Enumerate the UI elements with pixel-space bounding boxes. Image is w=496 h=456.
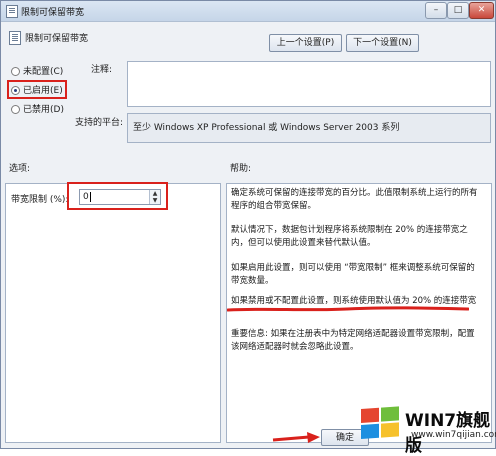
- red-underline-annotation: [227, 306, 469, 312]
- help-paragraph-3: 如果启用此设置，则可以使用 “带宽限制” 框来调整系统可保留的带宽数量。: [231, 263, 475, 286]
- options-section-label: 选项:: [9, 164, 31, 174]
- radio-label: 未配置(C): [23, 67, 64, 77]
- comment-label: 注释:: [91, 65, 113, 75]
- radio-label: 已禁用(D): [23, 105, 64, 115]
- policy-document-icon: [6, 5, 18, 18]
- help-paragraph-1: 确定系统可保留的连接带宽的百分比。此值限制系统上运行的所有程序的组合带宽保留。: [231, 188, 478, 211]
- help-paragraph-2: 默认情况下，数据包计划程序将系统限制在 20% 的连接带宽之内，但可以使用此设置…: [231, 225, 468, 248]
- close-button[interactable]: ✕: [469, 2, 494, 19]
- maximize-button[interactable]: □: [447, 2, 469, 19]
- previous-setting-button[interactable]: 上一个设置(P): [269, 34, 342, 52]
- help-paragraph-5: 重要信息: 如果在注册表中为特定网络适配器设置带宽限制，配置该网络适配器时就会忽…: [231, 329, 475, 352]
- policy-dialog: 限制可保留带宽 – □ ✕ 限制可保留带宽 上一个设置(P) 下一个设置(N) …: [0, 0, 496, 456]
- policy-name: 限制可保留带宽: [25, 34, 89, 44]
- help-section-label: 帮助:: [230, 164, 252, 174]
- watermark-url: www.win7qijian.com: [411, 430, 496, 440]
- policy-document-icon: [9, 31, 21, 45]
- window-title: 限制可保留带宽: [21, 8, 85, 18]
- platform-value: 至少 Windows XP Professional 或 Windows Ser…: [127, 113, 491, 143]
- highlight-box-bandwidth: [67, 182, 168, 210]
- red-arrow-annotation: [272, 432, 320, 443]
- radio-circle-icon[interactable]: [11, 67, 20, 76]
- options-pane: [5, 183, 221, 443]
- highlight-box-enabled: [7, 80, 67, 99]
- radio-disabled[interactable]: 已禁用(D): [11, 104, 64, 116]
- next-setting-button[interactable]: 下一个设置(N): [346, 34, 419, 52]
- bandwidth-limit-label: 带宽限制 (%):: [11, 195, 69, 205]
- title-bar[interactable]: 限制可保留带宽 – □ ✕: [1, 1, 495, 22]
- minimize-button[interactable]: –: [425, 2, 447, 19]
- radio-circle-icon[interactable]: [11, 105, 20, 114]
- comment-textarea[interactable]: [127, 61, 491, 107]
- platform-label: 支持的平台:: [75, 118, 124, 128]
- radio-not-configured[interactable]: 未配置(C): [11, 66, 63, 78]
